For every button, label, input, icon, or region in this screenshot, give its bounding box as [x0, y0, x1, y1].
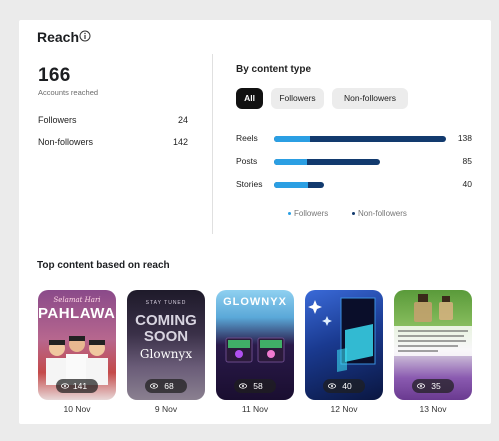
reach-title: Reach — [37, 29, 80, 45]
legend-followers-label: Followers — [294, 209, 329, 218]
top-content-item-4[interactable]: 40 — [305, 290, 383, 400]
item-3-reach: 58 — [253, 381, 263, 391]
item-5-date: 13 Nov — [419, 404, 447, 414]
item-1-reach: 141 — [72, 381, 88, 391]
item-1-reach-badge: 141 — [56, 379, 98, 393]
non-followers-stat: Non-followers 142 — [38, 137, 188, 147]
item-3-date: 11 Nov — [241, 404, 269, 414]
filter-all-button[interactable]: All — [236, 88, 263, 109]
item-5-reach: 35 — [431, 381, 441, 391]
reels-followers-bar — [274, 136, 311, 142]
item-1-date: 10 Nov — [63, 404, 91, 414]
item-2-soon: SOON — [143, 328, 189, 345]
legend-non-followers-dot — [352, 212, 355, 216]
legend-followers: Followers — [288, 209, 328, 218]
info-icon[interactable] — [79, 30, 91, 42]
non-followers-stat-value: 142 — [172, 137, 188, 147]
stories-label: Stories — [236, 179, 263, 189]
top-content-item-2[interactable]: STAY TUNED COMING SOON Glownyx 68 — [127, 290, 205, 400]
stories-followers-bar — [274, 182, 308, 188]
accounts-reached-count: 166 — [38, 65, 71, 86]
followers-stat-value: 24 — [177, 115, 188, 125]
item-1-subtitle: Selamat Hari — [53, 296, 101, 304]
accounts-reached-label: Accounts reached — [38, 88, 99, 97]
posts-value: 85 — [462, 156, 472, 166]
reach-card: Reach 166 Accounts reached Followers 24 … — [19, 20, 491, 424]
eye-icon — [61, 383, 69, 389]
non-followers-stat-label: Non-followers — [38, 137, 94, 147]
content-type-title: By content type — [236, 64, 312, 75]
legend-non-followers-label: Non-followers — [358, 209, 407, 218]
reels-label: Reels — [236, 133, 258, 143]
followers-stat: Followers 24 — [38, 115, 188, 125]
posts-followers-bar — [274, 159, 307, 165]
item-5-reach-badge: 35 — [412, 379, 454, 393]
column-divider — [212, 54, 213, 234]
top-content-item-3[interactable]: GLOWNYX 58 — [216, 290, 294, 400]
eye-icon — [328, 383, 336, 389]
item-2-reach: 68 — [164, 381, 174, 391]
item-2-brand: Glownyx — [139, 347, 193, 361]
item-4-reach: 40 — [342, 381, 352, 391]
item-4-date: 12 Nov — [330, 404, 358, 414]
reels-value: 138 — [457, 133, 472, 143]
top-content-item-5[interactable]: 35 — [394, 290, 472, 400]
top-content-title: Top content based on reach — [37, 260, 170, 271]
stories-value: 40 — [462, 179, 472, 189]
filter-non-followers-button[interactable]: Non-followers — [332, 88, 408, 109]
filter-followers-button[interactable]: Followers — [271, 88, 324, 109]
heroes-illustration-icon — [46, 336, 108, 385]
item-3-brand: GLOWNYX — [223, 296, 287, 308]
item-3-reach-badge: 58 — [234, 379, 276, 393]
item-2-stay-tuned: STAY TUNED — [145, 300, 187, 306]
top-content-item-1[interactable]: Selamat Hari PAHLAWAN 141 — [38, 290, 116, 400]
legend-non-followers: Non-followers — [352, 209, 407, 218]
posts-label: Posts — [236, 156, 258, 166]
item-2-date: 9 Nov — [154, 404, 178, 414]
eye-icon — [239, 383, 247, 389]
eye-icon — [417, 383, 425, 389]
item-1-title: PAHLAWAN — [38, 305, 116, 322]
item-2-reach-badge: 68 — [145, 379, 187, 393]
item-2-coming: COMING — [135, 312, 197, 329]
legend-followers-dot — [288, 212, 291, 216]
eye-icon — [150, 383, 158, 389]
item-4-reach-badge: 40 — [323, 379, 365, 393]
glowing-boxes-icon — [225, 337, 285, 363]
followers-stat-label: Followers — [38, 115, 77, 125]
